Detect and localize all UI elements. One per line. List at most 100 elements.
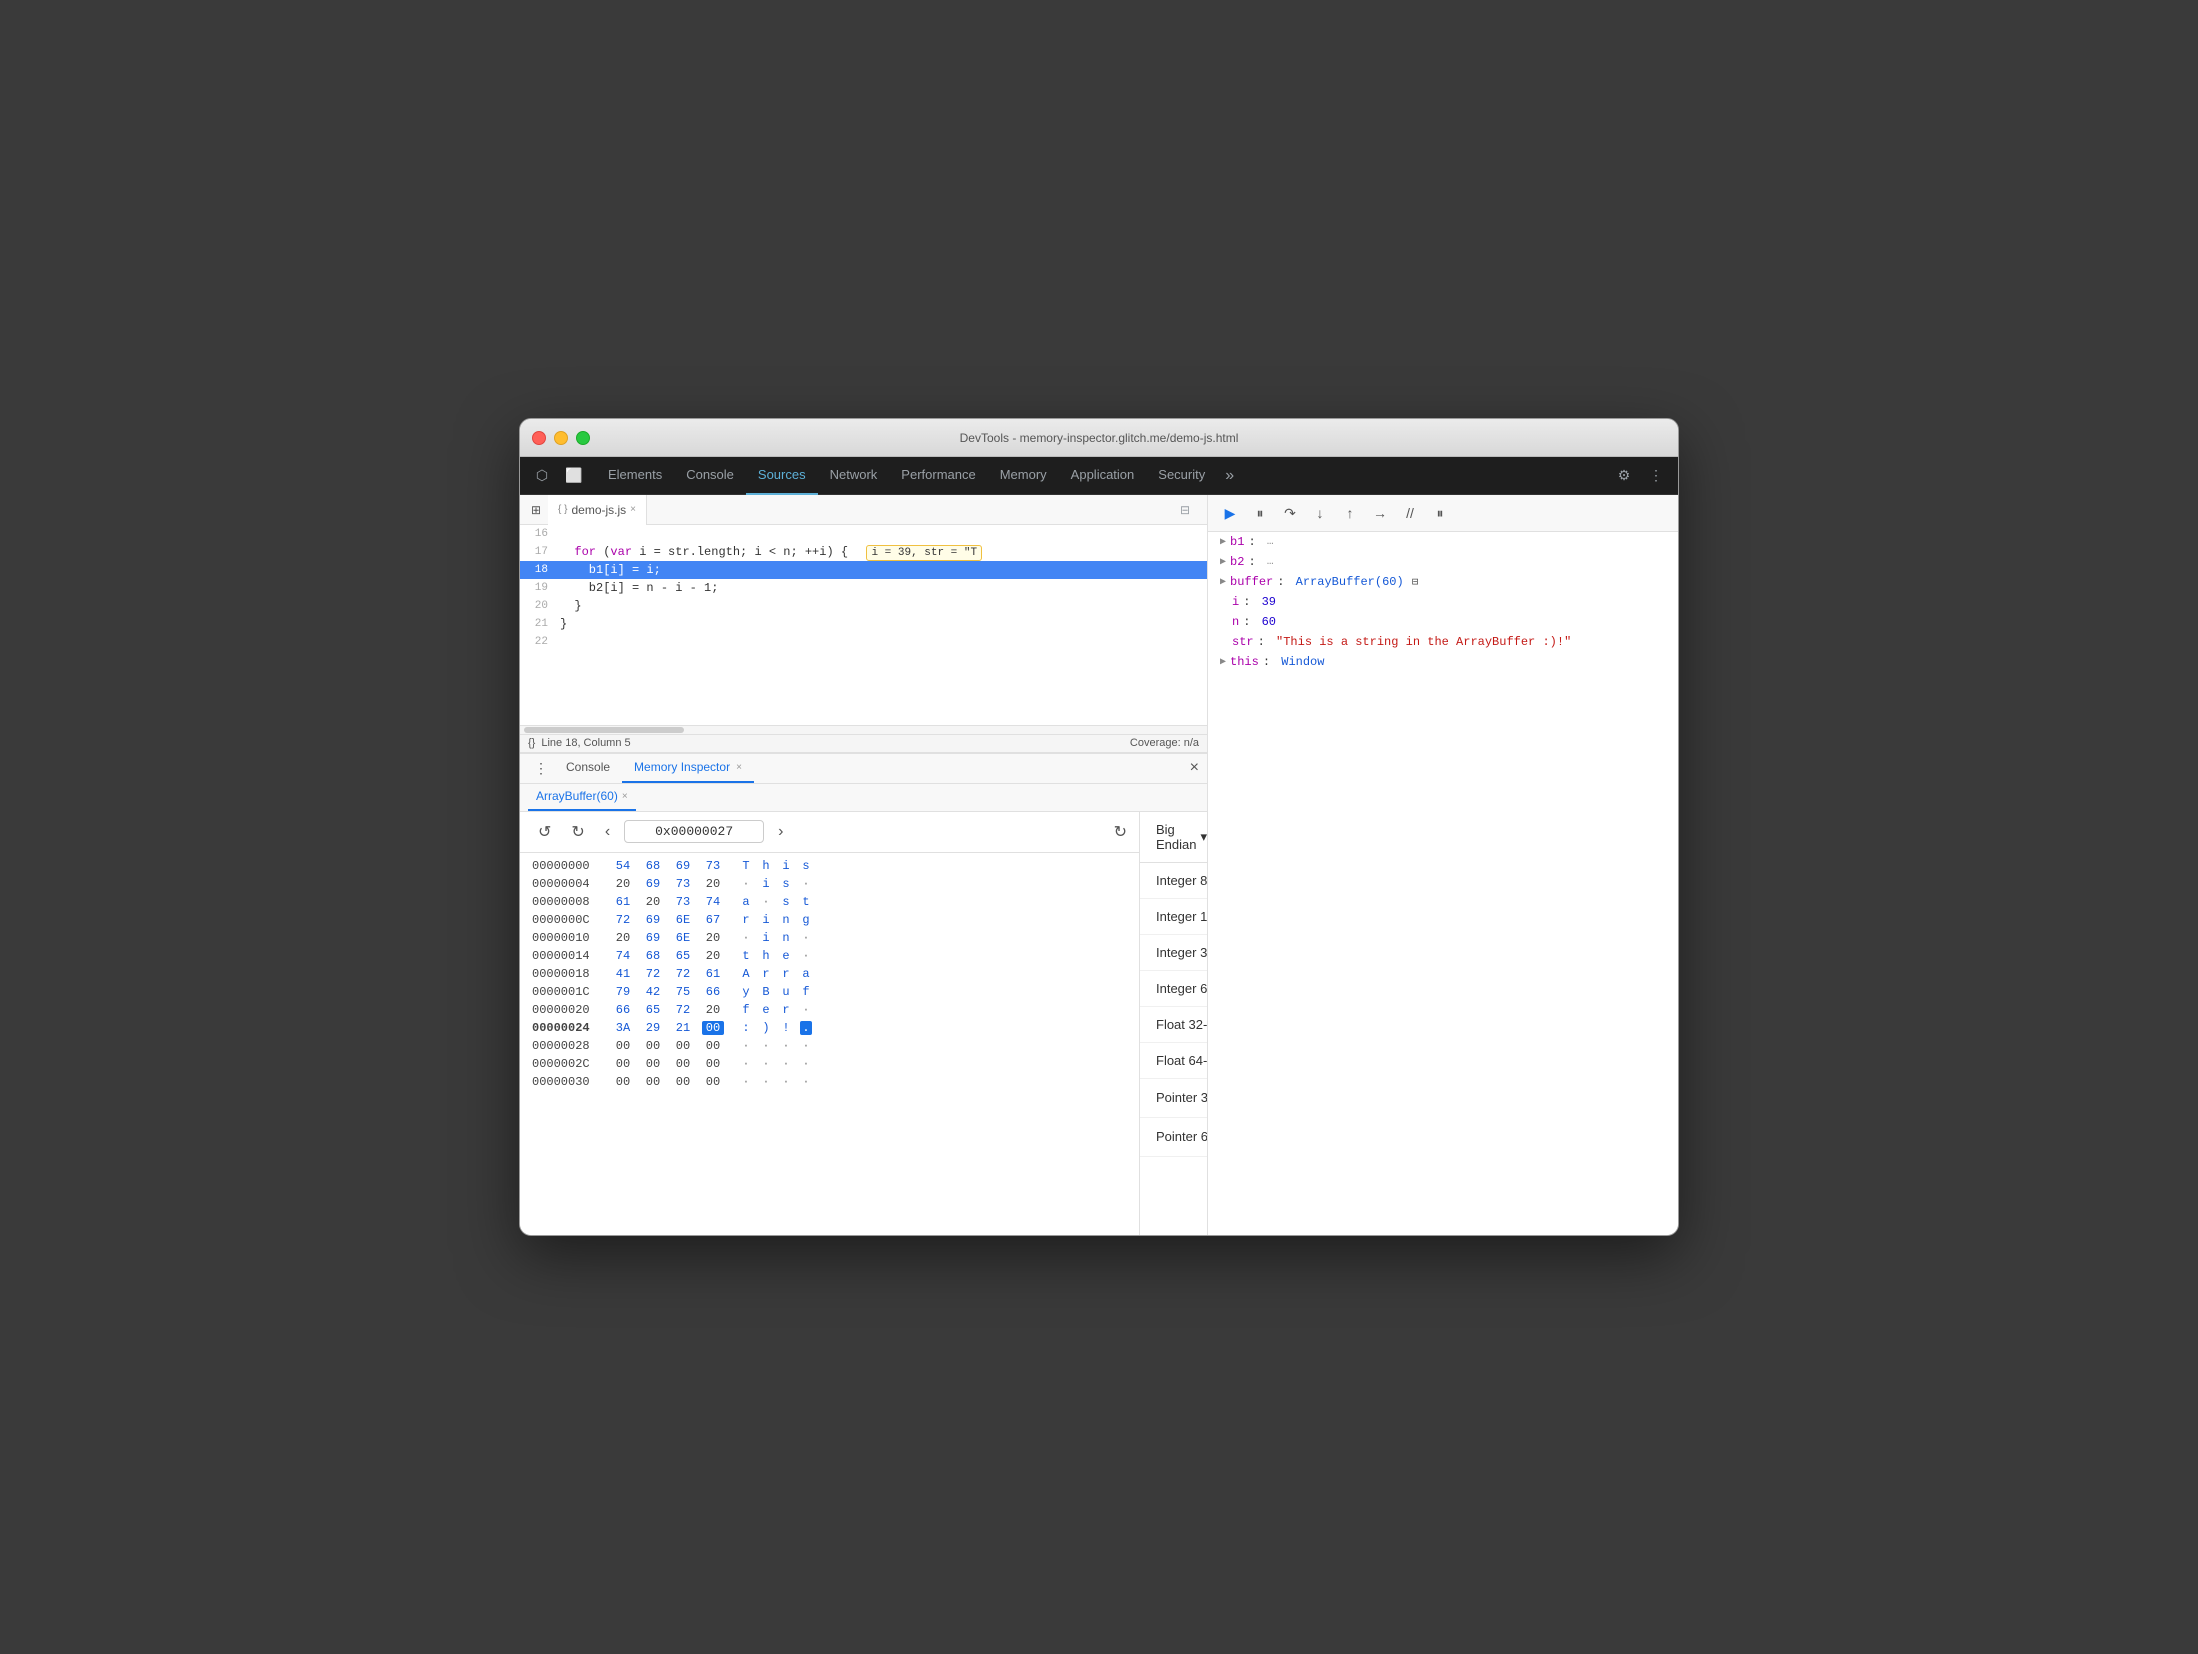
hex-ascii: y B u f	[740, 985, 812, 999]
interp-row-float32: Float 32-bit dec ▾ 0.00	[1140, 1007, 1207, 1043]
step-button[interactable]: →	[1368, 501, 1392, 525]
next-address-button[interactable]: ›	[772, 821, 789, 843]
hex-ascii: · · · ·	[740, 1075, 812, 1089]
file-tab-close[interactable]: ×	[630, 504, 636, 515]
resume-button[interactable]: ▶	[1218, 501, 1242, 525]
address-input[interactable]	[624, 820, 764, 843]
close-button[interactable]	[532, 431, 546, 445]
tab-console-bottom[interactable]: Console	[554, 753, 622, 783]
more-options-icon[interactable]: ⋮	[1642, 462, 1670, 490]
devtools-window: DevTools - memory-inspector.glitch.me/de…	[519, 418, 1679, 1236]
hex-bytes: 66 65 72 20	[612, 1003, 724, 1017]
undo-button[interactable]: ↺	[532, 820, 557, 844]
expand-b1[interactable]: ▶	[1220, 536, 1226, 548]
hex-view: ↺ ↻ ‹ › ↻ 00000000	[520, 812, 1140, 1235]
scope-view: ▶ b1 : … ▶ b2 : … ▶ buffer : ArrayBuffer…	[1208, 532, 1678, 1235]
tab-application[interactable]: Application	[1059, 457, 1147, 495]
hex-bytes: 00 00 00 00	[612, 1075, 724, 1089]
expand-buffer[interactable]: ▶	[1220, 576, 1226, 588]
hex-row: 0000002C 00 00 00 00 ·	[520, 1055, 1139, 1073]
bottom-panel: ⋮ Console Memory Inspector × × Ar	[520, 753, 1207, 1235]
devtools-icons: ⬡ ⬜	[528, 462, 588, 490]
prev-address-button[interactable]: ‹	[599, 821, 616, 843]
scope-item-b2: ▶ b2 : …	[1208, 552, 1678, 572]
refresh-button[interactable]: ↻	[1114, 822, 1127, 842]
bottom-tab-bar: ⋮ Console Memory Inspector × ×	[520, 754, 1207, 784]
debug-toolbar: ▶ ⏸ ↷ ↓ ↑ → // ⏸	[1208, 495, 1678, 532]
code-line-16: 16	[520, 525, 1207, 543]
pause-on-exceptions-button[interactable]: ⏸	[1428, 501, 1452, 525]
pause-button[interactable]: ⏸	[1248, 501, 1272, 525]
tab-network[interactable]: Network	[818, 457, 890, 495]
file-tab-bar: ⊞ { } demo-js.js × ⊟	[520, 495, 1207, 525]
step-out-button[interactable]: ↑	[1338, 501, 1362, 525]
expand-b2[interactable]: ▶	[1220, 556, 1226, 568]
deactivate-breakpoints-button[interactable]: //	[1398, 501, 1422, 525]
line-position: Line 18, Column 5	[541, 737, 630, 749]
interp-row-ptr64: Pointer 64-bit 0x0 →	[1140, 1118, 1207, 1157]
hex-bytes: 61 20 73 74	[612, 895, 724, 909]
interp-row-int16: Integer 16-bit dec ▾ 0	[1140, 899, 1207, 935]
hex-row: 00000000 54 68 69 73 T	[520, 857, 1139, 875]
cursor-icon[interactable]: ⬡	[528, 462, 556, 490]
hex-row: 00000010 20 69 6E 20 ·	[520, 929, 1139, 947]
navigator-toggle[interactable]: ⊞	[524, 496, 548, 524]
tab-elements[interactable]: Elements	[596, 457, 674, 495]
maximize-button[interactable]	[576, 431, 590, 445]
tab-security[interactable]: Security	[1146, 457, 1217, 495]
hex-row: 0000000C 72 69 6E 67 r	[520, 911, 1139, 929]
device-icon[interactable]: ⬜	[560, 462, 588, 490]
more-tabs-button[interactable]: »	[1217, 463, 1242, 489]
arraybuffer-tab[interactable]: ArrayBuffer(60) ×	[528, 784, 636, 812]
hex-row: 00000014 74 68 65 20 t	[520, 947, 1139, 965]
hex-row: 00000018 41 72 72 61 A	[520, 965, 1139, 983]
memory-icon[interactable]: ⊟	[1412, 575, 1419, 589]
code-editor: 16 17 for (var i = str.length; i < n; ++…	[520, 525, 1207, 725]
bottom-panel-options[interactable]: ⋮	[528, 760, 554, 777]
bottom-panel-close[interactable]: ×	[1190, 759, 1199, 777]
hex-row: 00000030 00 00 00 00 ·	[520, 1073, 1139, 1091]
arraybuffer-tab-close[interactable]: ×	[622, 791, 628, 802]
tab-console[interactable]: Console	[674, 457, 746, 495]
window-title: DevTools - memory-inspector.glitch.me/de…	[960, 431, 1239, 445]
titlebar: DevTools - memory-inspector.glitch.me/de…	[520, 419, 1678, 457]
step-over-button[interactable]: ↷	[1278, 501, 1302, 525]
endian-label: Big Endian	[1156, 822, 1196, 852]
file-tab-icon: { }	[558, 504, 567, 515]
interp-row-int64: Integer 64-bit dec ▾ 0	[1140, 971, 1207, 1007]
interp-row-int8: Integer 8-bit dec ▾ 0	[1140, 863, 1207, 899]
hex-bytes: 74 68 65 20	[612, 949, 724, 963]
file-tab-demo-js[interactable]: { } demo-js.js ×	[548, 495, 647, 525]
status-left: {} Line 18, Column 5	[528, 737, 631, 749]
code-line-17: 17 for (var i = str.length; i < n; ++i) …	[520, 543, 1207, 561]
expand-this[interactable]: ▶	[1220, 656, 1226, 668]
status-bar: {} Line 18, Column 5 Coverage: n/a	[520, 734, 1207, 753]
code-line-21: 21 }	[520, 615, 1207, 633]
file-tabs-right: ⊟	[1171, 496, 1207, 524]
scope-item-b1: ▶ b1 : …	[1208, 532, 1678, 552]
minimize-button[interactable]	[554, 431, 568, 445]
hex-bytes: 3A 29 21 00	[612, 1021, 724, 1035]
hex-rows: 00000000 54 68 69 73 T	[520, 853, 1139, 1235]
settings-icon[interactable]: ⚙	[1610, 462, 1638, 490]
redo-button[interactable]: ↻	[565, 820, 590, 844]
step-into-button[interactable]: ↓	[1308, 501, 1332, 525]
hex-bytes: 79 42 75 66	[612, 985, 724, 999]
hex-ascii: T h i s	[740, 859, 812, 873]
hex-ascii: A r r a	[740, 967, 812, 981]
file-tab-name: demo-js.js	[571, 503, 626, 517]
hex-ascii: a · s t	[740, 895, 812, 909]
format-icon[interactable]: ⊟	[1171, 496, 1199, 524]
hex-bytes: 54 68 69 73	[612, 859, 724, 873]
horizontal-scrollbar[interactable]	[524, 727, 684, 733]
hex-row: 00000008 61 20 73 74 a	[520, 893, 1139, 911]
endian-select[interactable]: Big Endian ▾	[1156, 822, 1207, 852]
interp-row-ptr32: Pointer 32-bit 0x0 →	[1140, 1079, 1207, 1118]
tab-memory-inspector[interactable]: Memory Inspector ×	[622, 753, 754, 783]
memory-inspector-tab-close[interactable]: ×	[736, 762, 742, 773]
devtools-tab-bar: ⬡ ⬜ Elements Console Sources Network Per…	[520, 457, 1678, 495]
tab-sources[interactable]: Sources	[746, 457, 818, 495]
tab-performance[interactable]: Performance	[889, 457, 987, 495]
interpreter-header: Big Endian ▾ ⚙	[1140, 812, 1207, 863]
tab-memory[interactable]: Memory	[988, 457, 1059, 495]
